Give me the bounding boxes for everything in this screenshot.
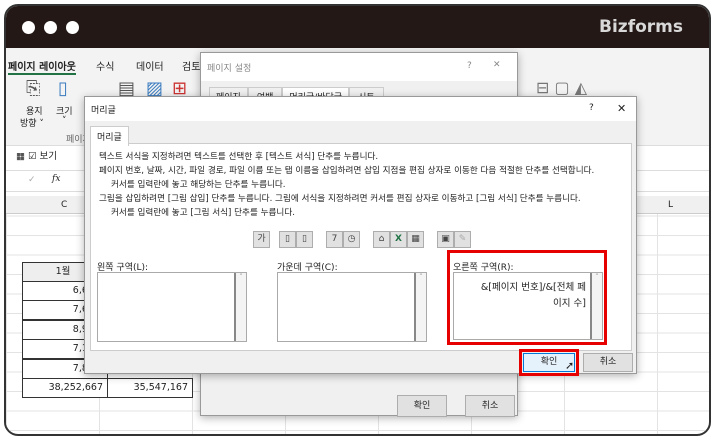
header-panel: 텍스트 서식을 지정하려면 텍스트를 선택한 후 [텍스트 서식] 단추를 누릅… [90,143,632,351]
page-setup-title: 페이지 설정 [207,64,252,74]
file-path-icon[interactable]: ⌂ [373,231,390,248]
scrollbar[interactable]: ˄ [590,273,602,339]
header-dialog-titlebar: 머리글 ? ✕ [85,97,636,121]
window-frame: Bizforms 페이지 레이아웃 수식 데이터 검토 ⎘ 용지 방향 ˅ ▯ … [4,4,711,436]
right-section-input[interactable]: &[페이지 번호]/&[전체 페 이지 수] ˄ [453,272,603,340]
instruction-text: 텍스트 서식을 지정하려면 텍스트를 선택한 후 [텍스트 서식] 단추를 누릅… [99,152,379,162]
orientation-icon[interactable]: ⎘ [26,78,40,99]
align-icon[interactable]: ⊟ ▢ ◭ [536,78,587,97]
size-chevron: ˅ [62,116,67,126]
header-dialog: 머리글 ? ✕ 머리글 텍스트 서식을 지정하려면 텍스트를 선택한 후 [텍스… [84,96,637,376]
column-header-l[interactable]: L [668,200,673,210]
instruction-text: 페이지 번호, 날짜, 시간, 파일 경로, 파일 이름 또는 탭 이름을 삽입… [99,166,595,176]
gridlines-view-checkbox[interactable]: ▦ ☑ 보기 [16,148,57,162]
window-dot-icon[interactable] [66,21,79,34]
scrollbar[interactable]: ˄ [234,273,246,341]
instruction-text: 커서를 입력란에 놓고 [그림 서식] 단추를 누릅니다. [111,208,295,218]
size-icon[interactable]: ▯ [58,78,68,99]
fx-icon[interactable]: fx [52,174,60,184]
header-toolbar: 가 ▯ ▯ 7 ◷ ⌂ X ▦ ▣ ✎ [253,231,493,249]
center-section-input[interactable]: ˄ [277,272,427,342]
tab-data[interactable]: 데이터 [136,58,164,73]
insert-picture-icon[interactable]: ▣ [437,231,454,248]
cancel-button[interactable]: 취소 [583,353,633,372]
close-button[interactable]: ✕ [493,60,501,70]
title-bar: Bizforms [6,6,709,48]
instruction-text: 커서를 입력란에 놓고 해당하는 단추를 누릅니다. [111,180,286,190]
file-name-icon[interactable]: X [390,231,407,248]
help-button[interactable]: ? [467,61,472,71]
scrollbar[interactable]: ˄ [414,273,426,341]
right-section-text: &[페이지 번호]/&[전체 페 [480,282,586,293]
page-number-icon[interactable]: ▯ [279,231,296,248]
page-setup-titlebar: 페이지 설정 ? ✕ [201,53,517,81]
sheet-name-icon[interactable]: ▦ [407,231,424,248]
close-button[interactable]: ✕ [617,102,626,115]
window-dot-icon[interactable] [22,21,35,34]
left-section-input[interactable]: ˄ [97,272,247,342]
header-dialog-title: 머리글 [91,106,116,116]
tab-review[interactable]: 검토 [182,58,200,73]
format-picture-icon[interactable]: ✎ [454,231,471,248]
help-button[interactable]: ? [589,103,594,113]
cell-total-2[interactable]: 35,547,167 [107,378,193,398]
tab-header[interactable]: 머리글 [90,126,129,146]
mouse-cursor-icon: ➚ [565,359,575,372]
brand-logo: Bizforms [599,17,683,37]
orientation-label-2: 방향 ˅ [20,119,44,129]
check-icon[interactable]: ✓ [28,175,36,185]
column-header-c[interactable]: C [61,200,67,210]
page-setup-cancel-button[interactable]: 취소 [465,395,515,417]
tab-formulas[interactable]: 수식 [96,58,114,73]
number-of-pages-icon[interactable]: ▯ [296,231,313,248]
date-icon[interactable]: 7 [326,231,343,248]
time-icon[interactable]: ◷ [343,231,360,248]
view-label: 보기 [39,151,58,162]
cell-total[interactable]: 38,252,667 [22,378,108,398]
format-text-icon[interactable]: 가 [253,231,270,248]
right-section-text: 이지 수] [553,298,586,309]
instruction-text: 그림을 삽입하려면 [그림 삽입] 단추를 누릅니다. 그림에 서식을 지정하려… [99,194,581,204]
window-dot-icon[interactable] [44,21,57,34]
page-setup-ok-button[interactable]: 확인 [397,395,447,417]
tab-page-layout[interactable]: 페이지 레이아웃 [8,58,76,75]
